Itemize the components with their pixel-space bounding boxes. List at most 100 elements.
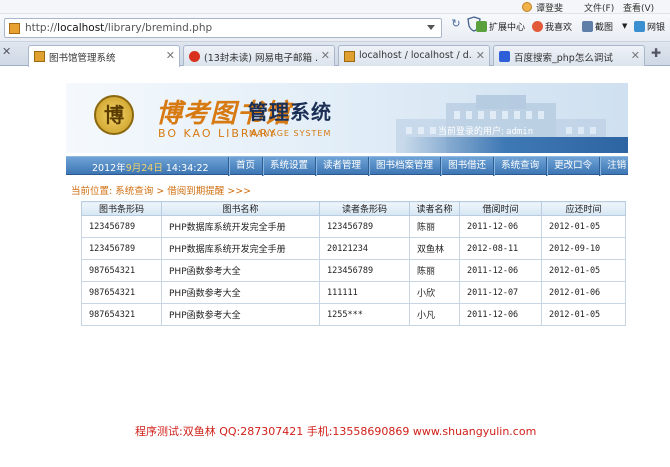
cell-reader-barcode: 123456789 — [319, 259, 410, 282]
puzzle-icon — [476, 21, 487, 32]
cell-due-date: 2012-09-10 — [541, 237, 626, 260]
table-row: 987654321 PHP函数参考大全 123456789 陈丽 2011-12… — [81, 259, 626, 282]
screenshot-label: 截图 — [595, 23, 614, 33]
netease-favicon-icon — [189, 51, 200, 62]
cell-book-name: PHP函数参考大全 — [161, 259, 320, 282]
table-header-row: 图书条形码 图书名称 读者条形码 读者名称 借阅时间 应还时间 — [81, 201, 626, 216]
address-bar[interactable]: http://localhost/library/bremind.php — [4, 18, 442, 38]
user-name[interactable]: 谭登斐 — [536, 1, 563, 14]
breadcrumb-separator-icon: > — [156, 186, 165, 197]
breadcrumb-due-reminder: 借阅到期提醒 — [167, 186, 225, 197]
library-seal-logo: 博 — [94, 95, 134, 135]
user-avatar-icon[interactable] — [522, 2, 532, 12]
scissors-icon — [582, 21, 593, 32]
close-tab-icon[interactable]: ✕ — [166, 49, 175, 62]
cell-reader-barcode: 123456789 — [319, 215, 410, 238]
screenshot-button[interactable]: 截图 — [582, 20, 613, 33]
screenshot-dropdown-icon[interactable]: ▼ — [622, 22, 627, 30]
netbank-button[interactable]: 网银 — [634, 20, 665, 33]
bank-icon — [634, 21, 645, 32]
cell-borrow-date: 2011-12-07 — [459, 281, 542, 304]
cell-due-date: 2012-01-05 — [541, 215, 626, 238]
current-datetime: 2012年9月24日 14:34:22 — [92, 163, 209, 174]
tab-netease-mail[interactable]: (13封未读) 网易电子邮箱 ... ✕ — [183, 45, 335, 66]
cell-reader-name: 陈丽 — [409, 215, 460, 238]
menu-borrow-return[interactable]: 图书借还 — [440, 157, 493, 176]
close-tab-icon[interactable]: ✕ — [476, 49, 485, 62]
table-row: 987654321 PHP函数参考大全 111111 小欣 2011-12-07… — [81, 281, 626, 304]
table-row: 123456789 PHP数据库系统开发完全手册 123456789 陈丽 20… — [81, 215, 626, 238]
breadcrumb-tail: >>> — [227, 186, 252, 197]
menu-home[interactable]: 首页 — [228, 157, 262, 176]
ext-center-button[interactable]: 扩展中心 — [476, 20, 525, 33]
netbank-label: 网银 — [647, 23, 666, 33]
ext-center-label: 扩展中心 — [489, 23, 526, 33]
tabs-scroll-left-icon[interactable]: ✕ — [2, 45, 11, 58]
header-due-date: 应还时间 — [541, 201, 626, 216]
menu-file[interactable]: 文件(F) — [584, 1, 614, 14]
menu-view[interactable]: 查看(V) — [623, 1, 654, 14]
close-tab-icon[interactable]: ✕ — [631, 49, 640, 62]
address-dropdown-icon[interactable] — [427, 25, 435, 30]
menu-change-password[interactable]: 更改口令 — [546, 157, 599, 176]
breadcrumb: 当前位置: 系统查询 > 借阅到期提醒 >>> — [71, 183, 251, 197]
breadcrumb-prefix: 当前位置: — [71, 186, 113, 197]
cell-book-barcode: 987654321 — [81, 303, 162, 326]
tab-label: (13封未读) 网易电子邮箱 ... — [204, 53, 318, 64]
cell-book-name: PHP数据库系统开发完全手册 — [161, 237, 320, 260]
due-reminder-table: 图书条形码 图书名称 读者条形码 读者名称 借阅时间 应还时间 12345678… — [81, 201, 626, 326]
tab-label: localhost / localhost / d... — [359, 50, 473, 61]
cell-borrow-date: 2011-12-06 — [459, 303, 542, 326]
library-favicon-icon — [34, 51, 45, 62]
cell-book-name: PHP函数参考大全 — [161, 303, 320, 326]
main-menu-bar: 2012年9月24日 14:34:22 首页 系统设置 读者管理 图书档案管理 … — [66, 156, 628, 176]
tab-library-system[interactable]: 图书馆管理系统 ✕ — [28, 45, 180, 67]
baidu-favicon-icon — [499, 51, 510, 62]
refresh-icon[interactable]: ↻ — [448, 17, 464, 35]
cell-book-barcode: 987654321 — [81, 281, 162, 304]
menu-reader-management[interactable]: 读者管理 — [315, 157, 368, 176]
close-tab-icon[interactable]: ✕ — [321, 49, 330, 62]
header-reader-barcode: 读者条形码 — [319, 201, 410, 216]
cell-book-name: PHP数据库系统开发完全手册 — [161, 215, 320, 238]
cell-book-name: PHP函数参考大全 — [161, 281, 320, 304]
menu-system-settings[interactable]: 系统设置 — [262, 157, 315, 176]
menu-logout[interactable]: 注销 — [599, 157, 633, 176]
cell-borrow-date: 2011-12-06 — [459, 215, 542, 238]
cell-borrow-date: 2011-12-06 — [459, 259, 542, 282]
header-book-name: 图书名称 — [161, 201, 320, 216]
table-row: 123456789 PHP数据库系统开发完全手册 20121234 双鱼林 20… — [81, 237, 626, 260]
login-strip — [66, 137, 628, 153]
address-url[interactable]: http://localhost/library/bremind.php — [25, 22, 212, 34]
new-tab-icon[interactable]: ✚ — [651, 46, 661, 60]
cell-due-date: 2012-01-05 — [541, 303, 626, 326]
current-user-name: admin — [506, 127, 534, 137]
cell-reader-barcode: 1255*** — [319, 303, 410, 326]
tab-baidu-search[interactable]: 百度搜索_php怎么调试 ✕ — [493, 45, 645, 66]
cell-book-barcode: 123456789 — [81, 237, 162, 260]
tab-label: 百度搜索_php怎么调试 — [514, 53, 613, 64]
browser-top-strip: 谭登斐 文件(F) 查看(V) — [0, 0, 670, 14]
heart-icon — [532, 21, 543, 32]
like-button[interactable]: 我喜欢 — [532, 20, 572, 33]
breadcrumb-system-query[interactable]: 系统查询 — [115, 186, 153, 197]
tab-phpmyadmin[interactable]: localhost / localhost / d... ✕ — [338, 45, 490, 66]
page-favicon-icon — [9, 23, 20, 34]
cell-borrow-date: 2012-08-11 — [459, 237, 542, 260]
header-book-barcode: 图书条形码 — [81, 201, 162, 216]
logo-system-title: 管理系统 — [248, 100, 332, 124]
cell-due-date: 2012-01-06 — [541, 281, 626, 304]
cell-reader-barcode: 111111 — [319, 281, 410, 304]
current-user: 当前登录的用户: admin — [438, 124, 533, 137]
cell-reader-name: 小凡 — [409, 303, 460, 326]
menu-book-archive[interactable]: 图书档案管理 — [368, 157, 440, 176]
cell-reader-name: 小欣 — [409, 281, 460, 304]
cell-reader-name: 双鱼林 — [409, 237, 460, 260]
cell-book-barcode: 123456789 — [81, 215, 162, 238]
page-content: 博 博考图书馆 管理系统 BO KAO LIBRARY MANAGE SYSTE… — [0, 67, 670, 467]
menu-system-query[interactable]: 系统查询 — [493, 157, 546, 176]
cell-due-date: 2012-01-05 — [541, 259, 626, 282]
like-label: 我喜欢 — [545, 23, 573, 33]
localhost-favicon-icon — [344, 51, 355, 62]
table-row: 987654321 PHP函数参考大全 1255*** 小凡 2011-12-0… — [81, 303, 626, 326]
